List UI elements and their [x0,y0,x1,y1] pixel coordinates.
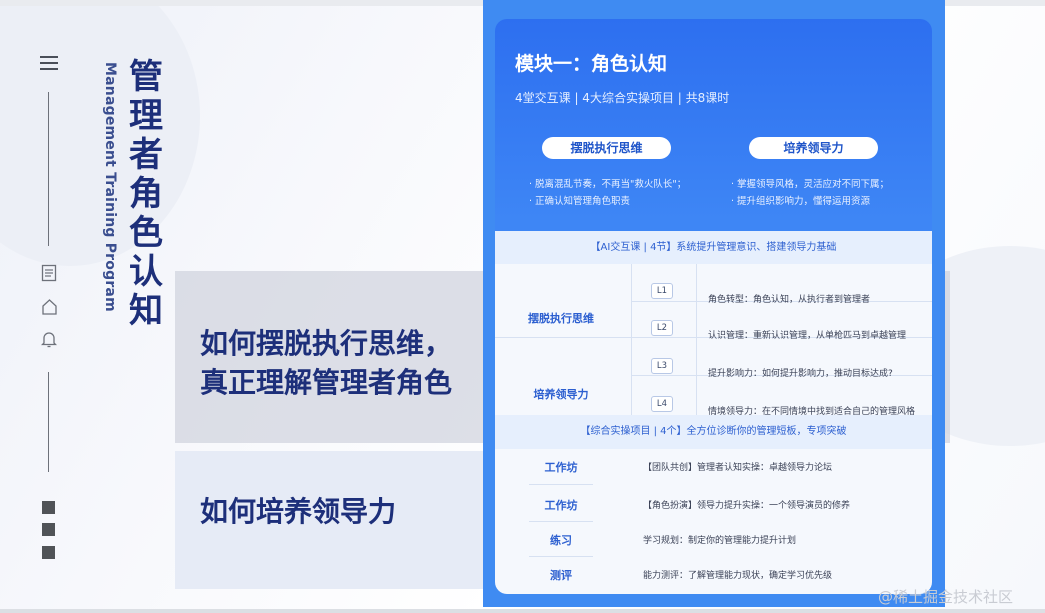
course-category: 摆脱执行思维 [528,312,594,325]
table-divider [529,556,593,557]
menu-icon[interactable] [40,56,58,70]
project-type: 测评 [550,569,572,582]
module-card: 模块一：角色认知 4堂交互课 | 4大综合实操项目 | 共8课时 摆脱执行思维 … [495,19,932,594]
bullet-right-2: · 提升组织影响力，懂得运用资源 [731,196,871,207]
bullet-left-1: · 脱离混乱节奏，不再当"救火队长"； [529,179,687,190]
rail-divider [48,372,49,472]
project-desc: 【角色扮演】领导力提升实操：一个领导演员的修养 [643,501,851,511]
course-section-header: 【AI交互课 | 4节】系统提升管理意识、搭建领导力基础 [495,231,932,264]
home-icon[interactable] [41,298,58,320]
course-table: 【AI交互课 | 4节】系统提升管理意识、搭建领导力基础 摆脱执行思维 培养领导… [495,231,932,594]
level-badge: L1 [651,283,673,299]
project-desc: 【团队共创】管理者认知实操：卓越领导力论坛 [643,463,833,473]
course-desc: 提升影响力：如何提升影响力，推动目标达成? [708,369,893,379]
level-badge: L2 [651,320,673,336]
project-type: 练习 [550,534,572,547]
watermark: @稀土掘金技术社区 [878,588,1014,606]
nav-square[interactable] [42,523,55,536]
pill-leadership: 培养领导力 [749,137,878,159]
course-category: 培养领导力 [533,388,589,401]
project-desc: 能力测评：了解管理能力现状，确定学习优先级 [643,571,833,581]
nav-square[interactable] [42,546,55,559]
bell-icon[interactable] [40,330,58,352]
table-divider [529,521,593,522]
question-1-line-1: 如何摆脱执行思维， [200,327,453,360]
table-divider [631,264,632,415]
question-2: 如何培养领导力 [200,495,397,528]
program-title-en: Management Training Program [102,62,118,312]
table-divider [696,264,697,415]
bullet-right-1: · 掌握领导风格，灵活应对不同下属； [731,179,890,190]
bullet-left-2: · 正确认知管理角色职责 [529,196,631,207]
module-subtitle: 4堂交互课 | 4大综合实操项目 | 共8课时 [515,91,730,105]
course-desc: 认识管理：重新认识管理，从单枪匹马到卓越管理 [708,331,907,341]
project-section-header: 【综合实操项目 | 4个】全方位诊断你的管理短板，专项突破 [495,415,932,449]
project-desc: 学习规划：制定你的管理能力提升计划 [643,536,797,546]
rail-divider [48,92,49,246]
project-type: 工作坊 [544,499,578,512]
nav-square[interactable] [42,501,55,514]
program-title-zh: 管 理 者 角 色 认 知 [129,57,163,331]
course-desc: 角色转型：角色认知，从执行者到管理者 [708,295,871,305]
question-1-line-2: 真正理解管理者角色 [200,366,453,399]
bottom-strip [0,609,1045,613]
level-badge: L4 [651,396,673,412]
project-type: 工作坊 [544,461,578,474]
pill-execution: 摆脱执行思维 [542,137,671,159]
module-title: 模块一：角色认知 [515,53,668,75]
table-divider [529,484,593,485]
level-badge: L3 [651,358,673,374]
document-icon[interactable] [41,264,57,286]
background-blob [0,6,200,266]
